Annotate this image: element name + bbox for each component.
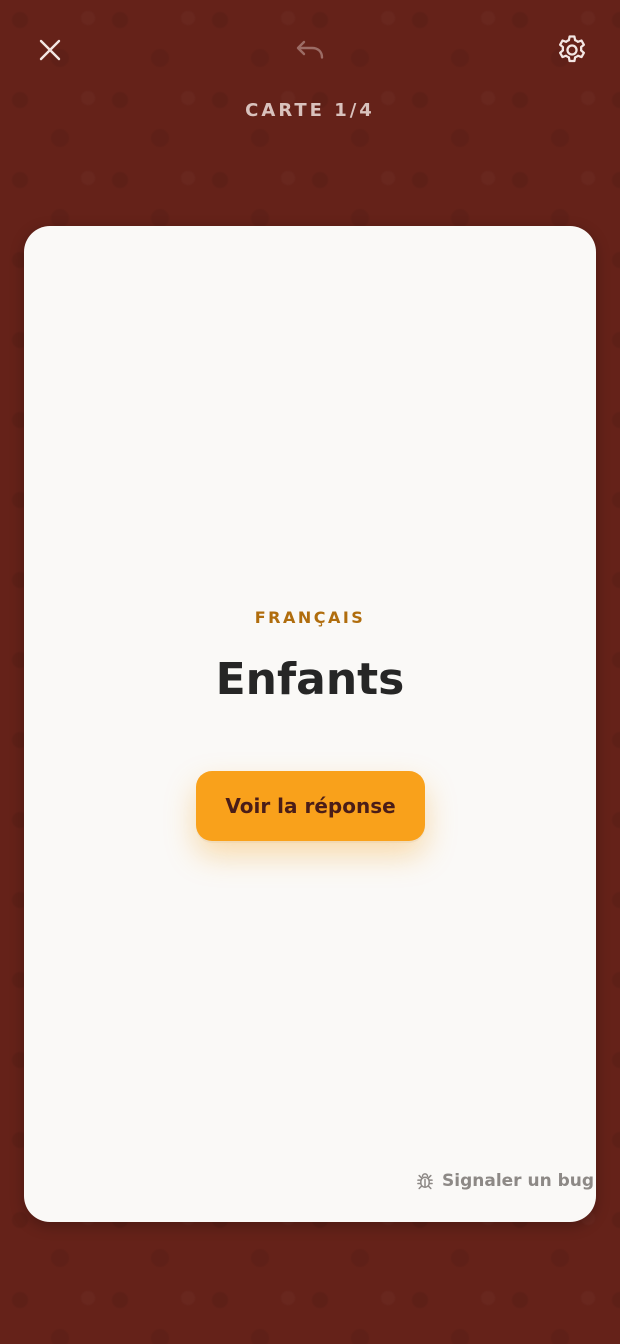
settings-button[interactable] — [548, 26, 596, 74]
close-button[interactable] — [26, 26, 74, 74]
flashcard: FRANÇAIS Enfants Voir la réponse Signale… — [24, 226, 596, 1222]
gear-icon — [558, 35, 586, 63]
undo-button[interactable] — [286, 26, 334, 74]
language-label: FRANÇAIS — [254, 608, 366, 627]
top-bar — [0, 0, 620, 100]
card-word: Enfants — [215, 654, 405, 705]
report-bug-label: Signaler un bug — [442, 1171, 595, 1191]
close-icon — [39, 39, 61, 61]
report-bug-link[interactable]: Signaler un bug — [414, 1170, 594, 1192]
card-counter: CARTE 1/4 — [245, 100, 375, 121]
show-answer-button[interactable]: Voir la réponse — [196, 771, 425, 841]
undo-icon — [296, 40, 324, 59]
bug-icon — [414, 1170, 436, 1192]
